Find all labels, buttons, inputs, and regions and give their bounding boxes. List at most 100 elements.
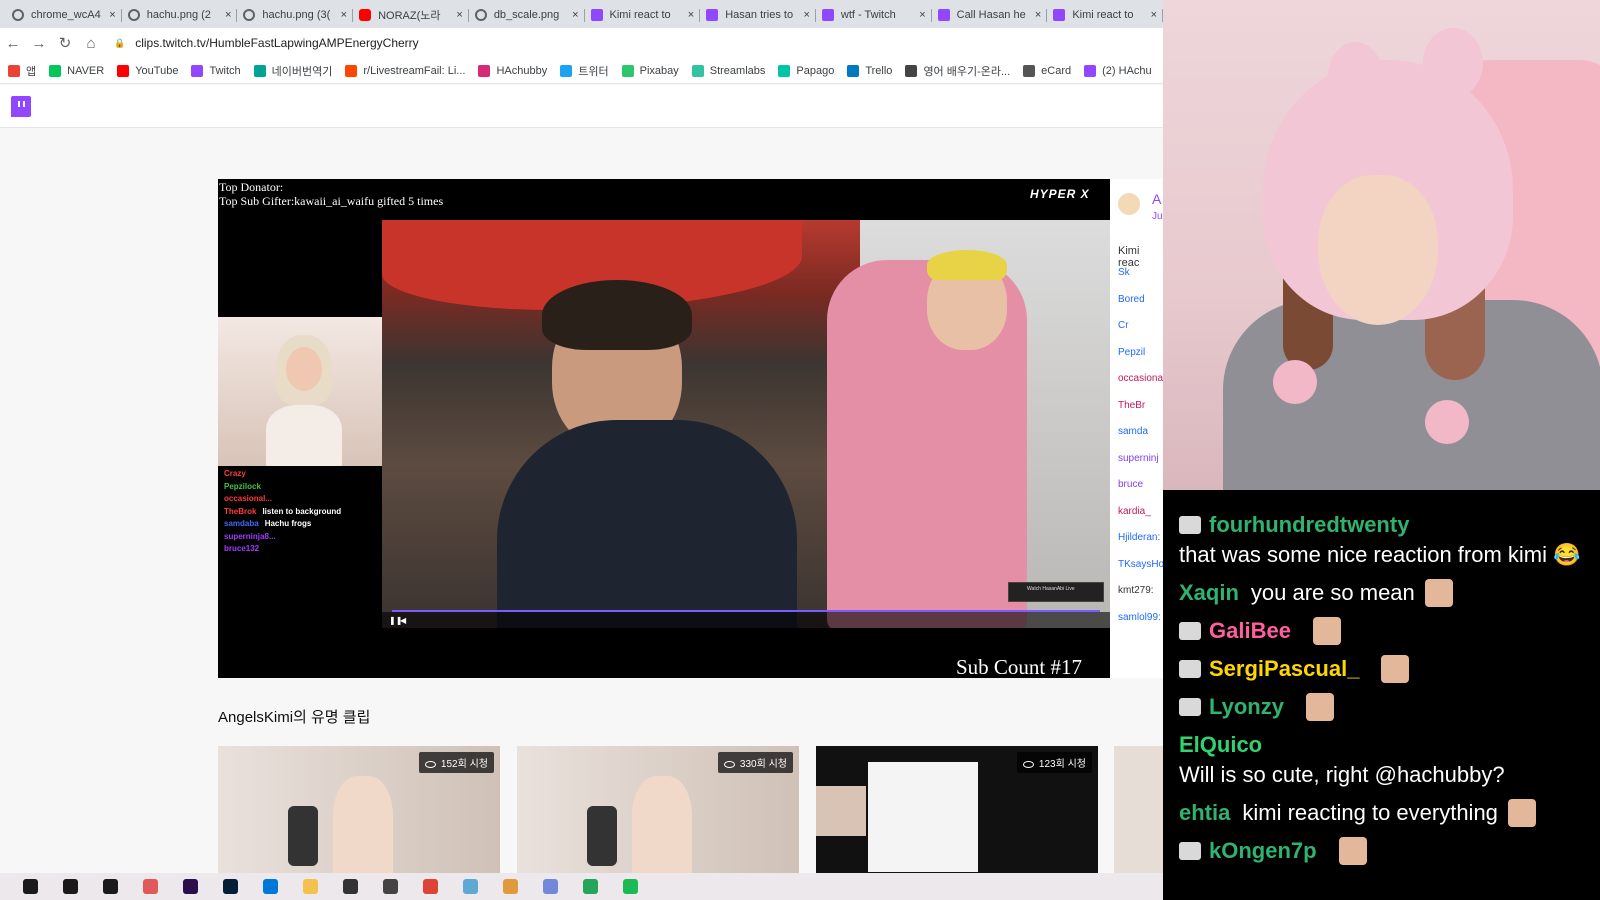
close-icon[interactable]: × [1035,9,1041,21]
clip-card[interactable]: 152회 시청 [218,746,500,874]
close-icon[interactable]: × [225,9,231,21]
bookmark-item[interactable]: (2) HAchu [1084,64,1152,77]
clips-section-title: AngelsKimi의 유명 클립 [218,709,371,726]
close-icon[interactable]: × [919,9,925,21]
bookmark-icon [49,64,62,77]
browser-tab[interactable]: wtf - Twitch × [816,2,932,28]
bookmark-icon [478,64,491,77]
watch-popup[interactable]: Watch HasanAbi Live [1008,582,1104,602]
clip-video-frame[interactable] [382,220,1110,628]
bookmark-item[interactable]: 영어 배우기-온라... [905,63,1010,79]
bookmark-item[interactable]: Papago [778,64,834,77]
taskbar-app[interactable] [530,877,570,897]
browser-tab[interactable]: Hasan tries to × [700,2,816,28]
taskbar-app[interactable] [410,877,450,897]
video-progress-bar[interactable] [392,610,1100,612]
address-bar[interactable]: 🔒 clips.twitch.tv/HumbleFastLapwingAMPEn… [114,36,419,50]
streamer-cam-thumbnail [218,317,382,466]
taskbar-app[interactable] [130,877,170,897]
bookmark-item[interactable]: r/LivestreamFail: Li... [345,64,465,77]
close-icon[interactable]: × [456,9,462,21]
chat-badge-icon [1179,842,1201,860]
mini-chat-line: bruce132 [224,543,265,556]
clip-card[interactable]: 330회 시청 [517,746,799,874]
bookmark-label: 영어 배우기-온라... [923,65,1011,78]
taskbar-app[interactable] [570,877,610,897]
browser-tab[interactable]: Kimi react to × [1047,2,1163,28]
taskbar-app[interactable] [610,877,650,897]
taskbar-app[interactable] [490,877,530,897]
bookmark-item[interactable]: Twitch [191,64,241,77]
taskbar-app[interactable] [50,877,90,897]
browser-tab[interactable]: hachu.png (3( × [237,2,353,28]
browser-tab[interactable]: NORAZ(노라 × [353,2,469,28]
bookmark-item[interactable]: NAVER [49,64,104,77]
bookmark-label: HAchubby [496,64,548,77]
bookmark-icon [1084,64,1097,77]
chat-text: kimi reacting to everything [1242,800,1498,825]
tab-title: Kimi react to [609,9,671,21]
bookmark-icon [691,64,704,77]
side-chat-name: samlol99: [1118,611,1161,623]
taskbar-app[interactable] [370,877,410,897]
home-icon[interactable]: ⌂ [78,35,104,52]
forward-icon[interactable]: → [26,35,52,52]
close-icon[interactable]: × [688,9,694,21]
taskbar-app[interactable] [10,877,50,897]
bookmark-label: eCard [1041,64,1072,77]
avatar[interactable] [1118,193,1140,215]
side-chat-name: Cr [1118,320,1129,331]
taskbar-app[interactable] [330,877,370,897]
url-text: clips.twitch.tv/HumbleFastLapwingAMPEner… [135,36,419,50]
mini-chat-line: occasional... [224,493,278,506]
close-icon[interactable]: × [341,9,347,21]
close-icon[interactable]: × [803,9,809,21]
side-chat-name: Pepzil [1118,346,1146,358]
close-icon[interactable]: × [572,9,578,21]
side-chat-name: TheBr [1118,399,1146,411]
taskbar-app[interactable] [250,877,290,897]
emote-icon [1338,837,1367,865]
browser-tab[interactable]: chrome_wcA4 × [6,2,122,28]
browser-tab[interactable]: Call Hasan he × [932,2,1048,28]
browser-tab[interactable]: db_scale.png × [469,2,585,28]
taskbar-app[interactable] [450,877,490,897]
side-chat-name: superninj [1118,452,1159,464]
eye-icon [1022,760,1034,768]
tab-title: hachu.png (3( [262,9,331,21]
reload-icon[interactable]: ↻ [52,34,78,52]
bookmark-item[interactable]: Trello [847,64,892,77]
taskbar-app[interactable] [170,877,210,897]
volume-icon[interactable]: ◀ [400,616,406,625]
chat-message: Xaqin you are so mean [1179,578,1588,608]
bookmark-item[interactable]: 네이버번역기 [253,63,332,79]
bookmark-label: Pixabay [639,64,679,77]
mini-chat-name: Crazy [224,469,246,478]
video-controls-bar[interactable] [382,612,1110,628]
tab-title: wtf - Twitch [840,9,896,21]
bookmark-item[interactable]: 앱 [8,63,36,79]
twitch-logo-icon[interactable] [11,96,31,117]
chat-text: that was some nice reaction from kimi 😂 [1179,542,1581,567]
taskbar-app[interactable] [210,877,250,897]
close-icon[interactable]: × [1151,9,1157,21]
bookmark-item[interactable]: YouTube [117,64,178,77]
browser-tab[interactable]: hachu.png (2 × [122,2,238,28]
taskbar-app[interactable] [90,877,130,897]
clip-card[interactable]: 123회 시청 [816,746,1098,874]
clip-card[interactable] [1114,746,1163,874]
bookmark-icon [1023,64,1036,77]
bookmark-item[interactable]: eCard [1023,64,1072,77]
bookmark-item[interactable]: 트위터 [560,63,609,79]
back-icon[interactable]: ← [0,35,26,52]
broadcaster-name[interactable]: A [1152,191,1161,207]
chat-username: SergiPascual_ [1209,656,1360,681]
close-icon[interactable]: × [109,9,115,21]
bookmark-item[interactable]: Pixabay [621,64,679,77]
palette-icon [502,879,518,894]
taskbar-app[interactable] [290,877,330,897]
browser-tab[interactable]: Kimi react to × [585,2,701,28]
bookmark-item[interactable]: Streamlabs [691,64,765,77]
bookmark-item[interactable]: HAchubby [478,64,548,77]
bookmark-icon [345,64,358,77]
